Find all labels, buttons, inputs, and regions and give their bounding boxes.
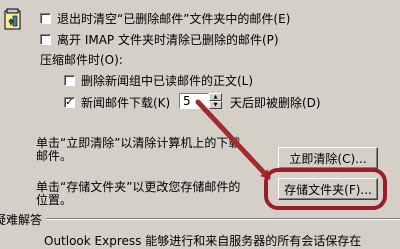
empty-deleted-on-exit-label: 退出时清空“已删除邮件”文件夹中的邮件(E) <box>57 12 291 26</box>
delete-read-news-checkbox[interactable] <box>64 75 75 86</box>
troubleshooting-separator-highlight <box>46 219 400 220</box>
spin-up-icon[interactable]: ▲ <box>209 93 222 101</box>
store-folder-description-line2: 位置。 <box>36 193 73 207</box>
purge-on-leave-imap-checkbox[interactable] <box>40 34 51 45</box>
delete-read-news-label: 删除新闻组中已读邮件的正文(L) <box>81 74 254 88</box>
delete-downloaded-news-checkbox[interactable]: ✓ <box>64 97 75 108</box>
clean-now-button[interactable]: 立即清除(C)... <box>278 147 378 169</box>
delete-downloaded-news-label: 新闻邮件下载(K) <box>81 96 171 110</box>
purge-on-leave-imap-option[interactable]: 离开 IMAP 文件夹时清除已删除的邮件(P) <box>40 31 279 48</box>
troubleshooting-text: Outlook Express 能够进行和来自服务器的所有会话保存在 <box>44 234 362 248</box>
clean-now-description: 单击“立即清除”以清除计算机上的下载 邮件。 <box>36 137 240 163</box>
clean-now-description-line2: 邮件。 <box>36 149 73 163</box>
empty-deleted-on-exit-checkbox[interactable] <box>40 13 51 24</box>
days-spinner[interactable]: ▲ ▼ <box>209 93 222 109</box>
empty-deleted-on-exit-option[interactable]: 退出时清空“已删除邮件”文件夹中的邮件(E) <box>40 10 290 27</box>
delete-downloaded-news-option[interactable]: ✓ 新闻邮件下载(K) <box>64 94 170 111</box>
days-input[interactable]: 5 <box>179 93 209 109</box>
days-suffix-label: 天后即被删除(D) <box>230 96 321 110</box>
delete-read-news-option[interactable]: 删除新闻组中已读邮件的正文(L) <box>64 72 253 89</box>
purge-on-leave-imap-label: 离开 IMAP 文件夹时清除已删除的邮件(P) <box>57 33 279 47</box>
spin-down-icon[interactable]: ▼ <box>209 101 222 109</box>
troubleshooting-heading: 疑难解答 <box>0 213 43 227</box>
maintenance-icon <box>2 8 24 32</box>
compact-group-label: 压缩邮件时(O): <box>40 53 123 67</box>
store-folder-button[interactable]: 存储文件夹(F)... <box>278 178 378 200</box>
store-folder-description: 单击“存储文件夹”以更改您存储邮件的 位置。 <box>36 181 240 207</box>
